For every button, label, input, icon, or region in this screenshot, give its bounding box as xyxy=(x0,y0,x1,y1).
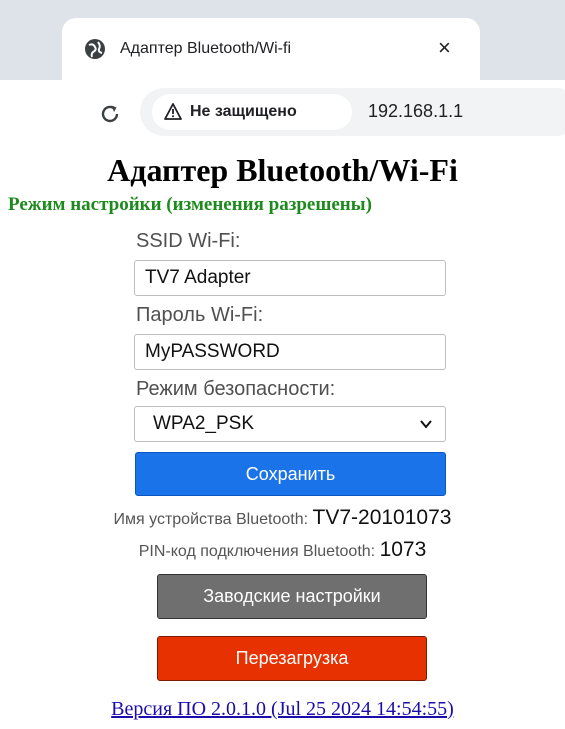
save-button[interactable]: Сохранить xyxy=(135,452,446,496)
warning-triangle-icon xyxy=(164,103,182,120)
security-label: Не защищено xyxy=(190,103,297,120)
security-mode-label: Режим безопасности: xyxy=(136,378,336,400)
chevron-down-icon xyxy=(420,420,432,429)
security-mode-value: WPA2_PSK xyxy=(153,413,255,434)
browser-toolbar: Не защищено 192.168.1.1 xyxy=(0,80,565,146)
security-mode-select[interactable]: WPA2_PSK xyxy=(134,406,446,442)
pin-row: PIN-код подключения Bluetooth: 1073 xyxy=(0,538,565,562)
ssid-input[interactable] xyxy=(134,260,446,296)
security-chip[interactable]: Не защищено xyxy=(152,94,352,130)
tab-title: Адаптер Bluetooth/Wi-fi xyxy=(120,40,291,57)
factory-reset-button[interactable]: Заводские настройки xyxy=(157,574,427,619)
ssid-label: SSID Wi-Fi: xyxy=(136,230,241,252)
reload-icon[interactable] xyxy=(98,102,122,126)
device-name-row: Имя устройства Bluetooth: TV7-20101073 xyxy=(0,506,565,530)
globe-icon xyxy=(85,39,105,59)
url-text[interactable]: 192.168.1.1 xyxy=(368,101,463,122)
close-tab-icon[interactable]: × xyxy=(438,36,451,60)
mode-status: Режим настройки (изменения разрешены) xyxy=(8,194,372,215)
device-name-value: TV7-20101073 xyxy=(312,506,452,529)
reboot-button[interactable]: Перезагрузка xyxy=(157,636,427,681)
password-input[interactable] xyxy=(134,334,446,370)
browser-tab[interactable]: Адаптер Bluetooth/Wi-fi × xyxy=(62,18,480,80)
page-content: Адаптер Bluetooth/Wi-Fi Режим настройки … xyxy=(0,146,565,729)
password-label: Пароль Wi-Fi: xyxy=(136,304,264,326)
page-title: Адаптер Bluetooth/Wi-Fi xyxy=(107,152,458,188)
browser-tab-strip: Адаптер Bluetooth/Wi-fi × xyxy=(0,0,565,80)
firmware-version-link[interactable]: Версия ПО 2.0.1.0 (Jul 25 2024 14:54:55) xyxy=(0,698,565,721)
pin-label: PIN-код подключения Bluetooth: xyxy=(138,543,376,560)
device-name-label: Имя устройства Bluetooth: xyxy=(113,511,309,528)
pin-value: 1073 xyxy=(379,538,427,561)
address-bar[interactable]: Не защищено 192.168.1.1 xyxy=(140,88,565,136)
